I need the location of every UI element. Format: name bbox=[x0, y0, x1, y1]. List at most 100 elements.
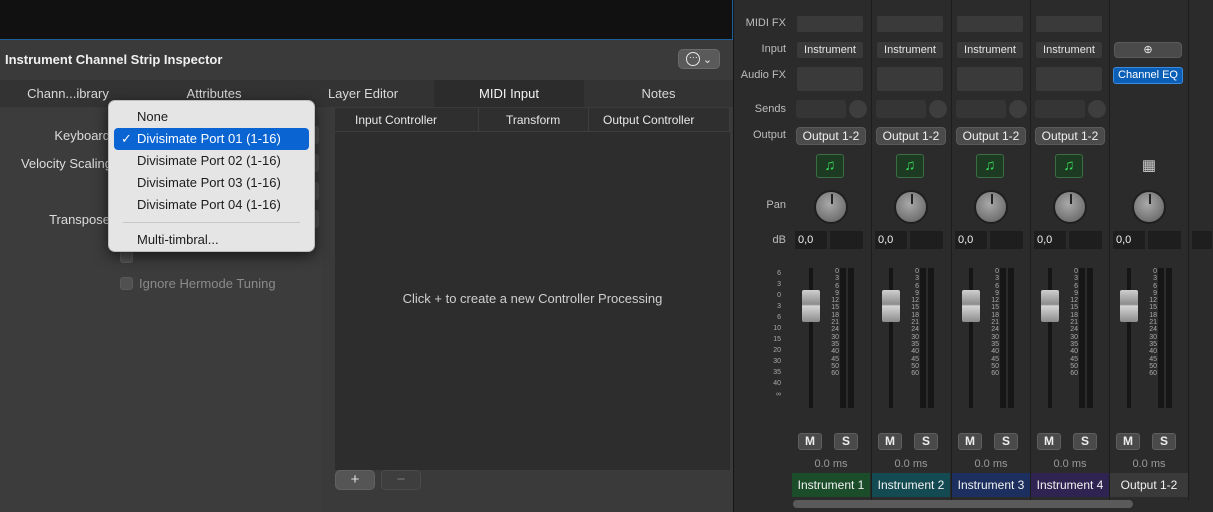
output-button[interactable]: Output 1-2 bbox=[956, 127, 1026, 145]
delay-readout: 0.0 ms bbox=[1132, 458, 1166, 470]
peak-readout[interactable] bbox=[910, 231, 943, 249]
delay-readout: 0.0 ms bbox=[1053, 458, 1087, 470]
peak-readout[interactable] bbox=[990, 231, 1023, 249]
midi-fx-slot[interactable] bbox=[956, 15, 1024, 33]
solo-button[interactable]: S bbox=[1152, 433, 1176, 450]
channel-name[interactable]: Instrument 3 bbox=[952, 473, 1030, 497]
pan-knob[interactable] bbox=[1132, 190, 1166, 224]
channel-name[interactable]: Output 1-2 bbox=[1110, 473, 1188, 497]
menu-item-none[interactable]: None bbox=[114, 106, 309, 128]
volume-fader[interactable] bbox=[962, 290, 980, 322]
mute-button[interactable]: M bbox=[878, 433, 902, 450]
input-slot[interactable]: Instrument bbox=[1035, 41, 1103, 59]
music-note-icon[interactable]: ♫ bbox=[1055, 154, 1083, 178]
volume-readout[interactable]: 0,0 bbox=[1113, 231, 1145, 249]
volume-fader[interactable] bbox=[1120, 290, 1138, 322]
channel-strip: Instrument Output 1-2 ♫ 0,0 0 3 6 9 12 15 18 21… bbox=[872, 0, 950, 500]
audio-fx-slot[interactable] bbox=[796, 66, 864, 92]
channel-name[interactable]: Instrument 1 bbox=[792, 473, 870, 497]
output-button[interactable]: Output 1-2 bbox=[876, 127, 946, 145]
peak-readout[interactable] bbox=[1069, 231, 1102, 249]
channel-name[interactable]: Instrument 2 bbox=[872, 473, 950, 497]
menu-item-port-03[interactable]: Divisimate Port 03 (1-16) bbox=[114, 172, 309, 194]
mute-button[interactable]: M bbox=[1116, 433, 1140, 450]
input-slot[interactable]: Instrument bbox=[876, 41, 944, 59]
volume-readout[interactable]: 0,0 bbox=[795, 231, 827, 249]
send-knob[interactable] bbox=[1088, 100, 1106, 118]
output-button[interactable]: Output 1-2 bbox=[1035, 127, 1105, 145]
level-meter-right bbox=[928, 268, 934, 408]
pan-knob[interactable] bbox=[814, 190, 848, 224]
menu-item-port-01[interactable]: ✓ Divisimate Port 01 (1-16) bbox=[114, 128, 309, 150]
mixer-horizontal-scrollbar[interactable] bbox=[793, 500, 1133, 508]
volume-readout[interactable]: 0,0 bbox=[955, 231, 987, 249]
column-output-controller[interactable]: Output Controller bbox=[589, 108, 730, 131]
menu-item-port-04[interactable]: Divisimate Port 04 (1-16) bbox=[114, 194, 309, 216]
pan-knob[interactable] bbox=[894, 190, 928, 224]
level-meter-left bbox=[920, 268, 926, 408]
pan-knob[interactable] bbox=[1053, 190, 1087, 224]
solo-button[interactable]: S bbox=[1073, 433, 1097, 450]
label-midi-fx: MIDI FX bbox=[745, 17, 786, 29]
peak-readout[interactable] bbox=[830, 231, 863, 249]
column-input-controller[interactable]: Input Controller bbox=[335, 108, 479, 131]
solo-button[interactable]: S bbox=[834, 433, 858, 450]
volume-readout[interactable]: 0,0 bbox=[875, 231, 907, 249]
mute-button[interactable]: M bbox=[1037, 433, 1061, 450]
velocity-scaling-label: Velocity Scaling bbox=[20, 156, 112, 171]
send-slot[interactable] bbox=[796, 100, 846, 118]
peak-readout[interactable] bbox=[1148, 231, 1181, 249]
menu-item-multi-timbral[interactable]: Multi-timbral... bbox=[114, 229, 309, 251]
tab-notes[interactable]: Notes bbox=[584, 80, 733, 107]
delay-readout: 0.0 ms bbox=[814, 458, 848, 470]
tab-midi-input[interactable]: MIDI Input bbox=[434, 80, 584, 107]
volume-fader[interactable] bbox=[1041, 290, 1059, 322]
controller-table-header: Input Controller Transform Output Contro… bbox=[335, 108, 730, 132]
send-knob[interactable] bbox=[1009, 100, 1027, 118]
fader-track bbox=[889, 268, 893, 408]
send-slot[interactable] bbox=[1035, 100, 1085, 118]
menu-item-port-02[interactable]: Divisimate Port 02 (1-16) bbox=[114, 150, 309, 172]
mute-button[interactable]: M bbox=[958, 433, 982, 450]
midi-fx-slot[interactable] bbox=[796, 15, 864, 33]
arrange-area-top bbox=[0, 0, 733, 40]
send-slot[interactable] bbox=[956, 100, 1006, 118]
column-transform[interactable]: Transform bbox=[479, 108, 589, 131]
output-button[interactable]: Output 1-2 bbox=[796, 127, 866, 145]
music-note-icon[interactable]: ♫ bbox=[816, 154, 844, 178]
volume-fader[interactable] bbox=[802, 290, 820, 322]
input-slot[interactable]: Instrument bbox=[796, 41, 864, 59]
send-knob[interactable] bbox=[849, 100, 867, 118]
solo-button[interactable]: S bbox=[994, 433, 1018, 450]
music-note-icon[interactable]: ♫ bbox=[896, 154, 924, 178]
more-options-button[interactable]: ⋯ ⌄ bbox=[678, 49, 720, 69]
fader-scale: 0 3 6 9 12 15 18 21 24 30 35 40 45 50 60 bbox=[1070, 268, 1078, 378]
channel-strip: Instrument Output 1-2 ♫ 0,0 0 3 6 9 12 15 18 21… bbox=[1031, 0, 1109, 500]
transpose-label: Transpose bbox=[49, 212, 110, 227]
midi-fx-slot[interactable] bbox=[1035, 15, 1103, 33]
volume-fader[interactable] bbox=[882, 290, 900, 322]
pan-knob[interactable] bbox=[974, 190, 1008, 224]
channel-eq-plugin[interactable]: Channel EQ bbox=[1113, 67, 1183, 84]
music-note-icon[interactable]: ♫ bbox=[976, 154, 1004, 178]
audio-fx-slot[interactable] bbox=[1035, 66, 1103, 92]
send-knob[interactable] bbox=[929, 100, 947, 118]
send-slot[interactable] bbox=[876, 100, 926, 118]
midi-fx-slot[interactable] bbox=[876, 15, 944, 33]
ignore-hermode-option[interactable]: Ignore Hermode Tuning bbox=[120, 276, 276, 291]
keyboard-icon[interactable]: ▦ bbox=[1136, 156, 1162, 176]
solo-button[interactable]: S bbox=[914, 433, 938, 450]
level-meter-left bbox=[1000, 268, 1006, 408]
input-slot[interactable]: Instrument bbox=[956, 41, 1024, 59]
delay-readout: 0.0 ms bbox=[974, 458, 1008, 470]
audio-fx-slot[interactable] bbox=[956, 66, 1024, 92]
ignore-hermode-checkbox[interactable] bbox=[120, 277, 133, 290]
channel-name[interactable]: Instrument 4 bbox=[1031, 473, 1109, 497]
menu-item-label: Divisimate Port 01 (1-16) bbox=[137, 131, 281, 146]
link-icon[interactable]: ⊕ bbox=[1114, 42, 1182, 58]
add-controller-button[interactable]: + bbox=[335, 470, 375, 490]
volume-readout[interactable]: 0,0 bbox=[1034, 231, 1066, 249]
audio-fx-slot[interactable] bbox=[876, 66, 944, 92]
remove-controller-button[interactable]: − bbox=[381, 470, 421, 490]
mute-button[interactable]: M bbox=[798, 433, 822, 450]
